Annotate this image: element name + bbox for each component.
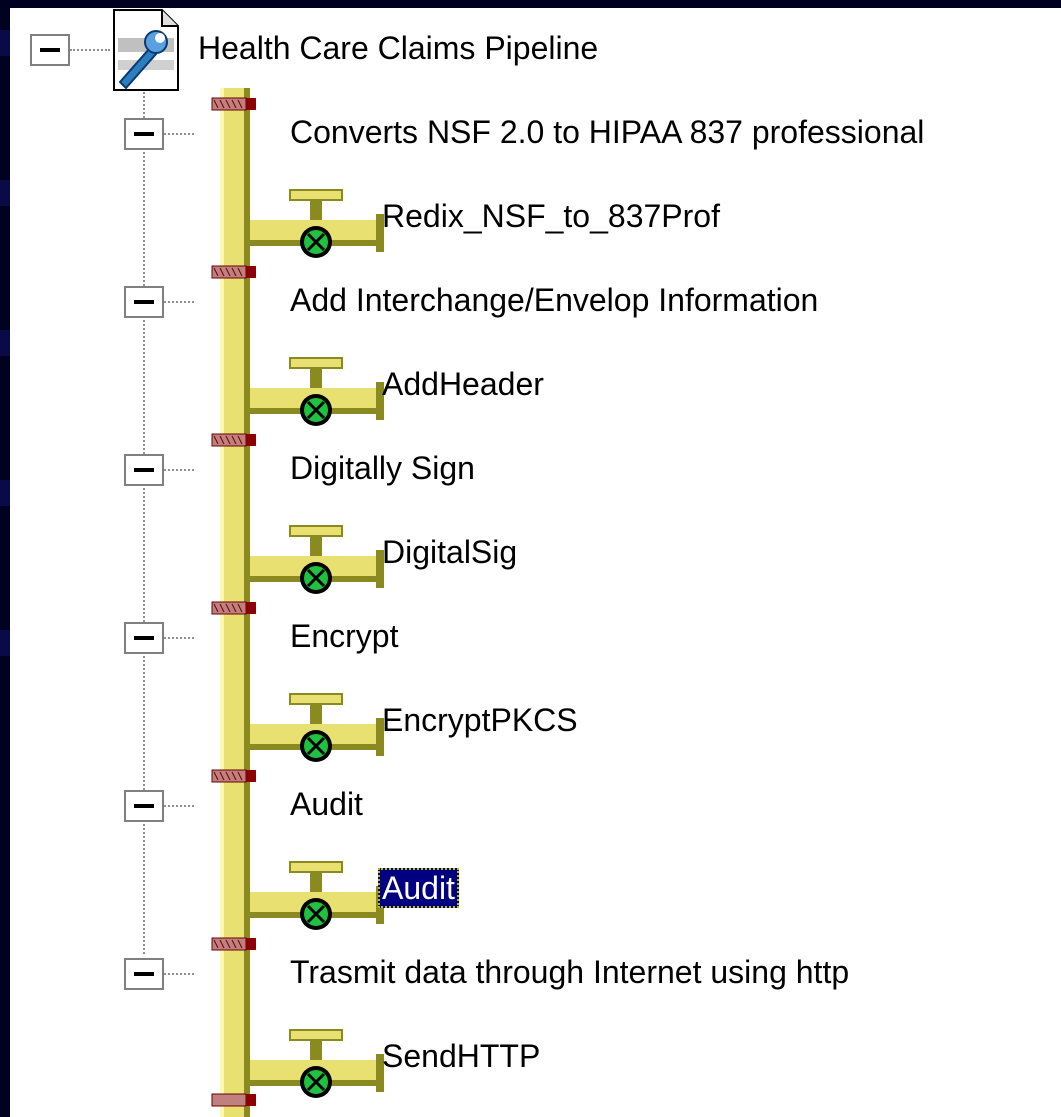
pipe-flange-icon [211,937,256,951]
stage-label[interactable]: Encrypt [290,616,398,656]
pipe-flange-icon [211,433,256,447]
stage-label[interactable]: Add Interchange/Envelop Information [290,280,818,320]
component-label[interactable]: Redix_NSF_to_837Prof [382,196,720,236]
pipeline-document-icon [113,9,179,91]
tree-connector [164,637,194,639]
stage-collapse-button[interactable] [124,958,164,990]
tree-connector [143,92,145,954]
pipe-flange-icon [211,97,256,111]
valve-icon [250,189,384,258]
stage-label[interactable]: Trasmit data through Internet using http [290,952,849,992]
valve-icon [250,861,384,930]
valve-icon [250,357,384,426]
stage-collapse-button[interactable] [124,286,164,318]
stage-label[interactable]: Converts NSF 2.0 to HIPAA 837 profession… [290,112,924,152]
pipe-flange-icon [211,769,256,783]
component-label[interactable]: SendHTTP [382,1036,540,1076]
component-label[interactable]: DigitalSig [382,532,517,572]
stage-collapse-button[interactable] [124,622,164,654]
tree-panel: Health Care Claims Pipeline Converts NSF… [10,8,1061,1117]
tree-connector [164,805,194,807]
tree-view-window: Health Care Claims Pipeline Converts NSF… [0,0,1061,1117]
pipe-flange-icon [211,601,256,615]
window-edge-stripe [0,480,10,506]
pipe-flange-icon [211,265,256,279]
root-node-label[interactable]: Health Care Claims Pipeline [198,28,598,68]
root-collapse-button[interactable] [30,34,70,66]
component-label-selected[interactable]: Audit [378,868,459,908]
stage-collapse-button[interactable] [124,118,164,150]
pipe-flange-icon [211,1093,256,1107]
tree-connector [164,133,194,135]
tree-connector [164,973,194,975]
component-label[interactable]: AddHeader [382,364,544,404]
component-label[interactable]: EncryptPKCS [382,700,578,740]
valve-icon [250,1029,384,1098]
stage-collapse-button[interactable] [124,454,164,486]
window-edge-stripe [0,630,10,656]
window-edge-stripe [0,180,10,206]
tree-connector [164,469,194,471]
stage-collapse-button[interactable] [124,790,164,822]
stage-label[interactable]: Audit [290,784,363,824]
window-edge-stripe [0,30,10,56]
window-edge-stripe [0,330,10,356]
tree-connector [164,301,194,303]
valve-icon [250,693,384,762]
tree-connector [70,49,110,51]
stage-label[interactable]: Digitally Sign [290,448,475,488]
valve-icon [250,525,384,594]
